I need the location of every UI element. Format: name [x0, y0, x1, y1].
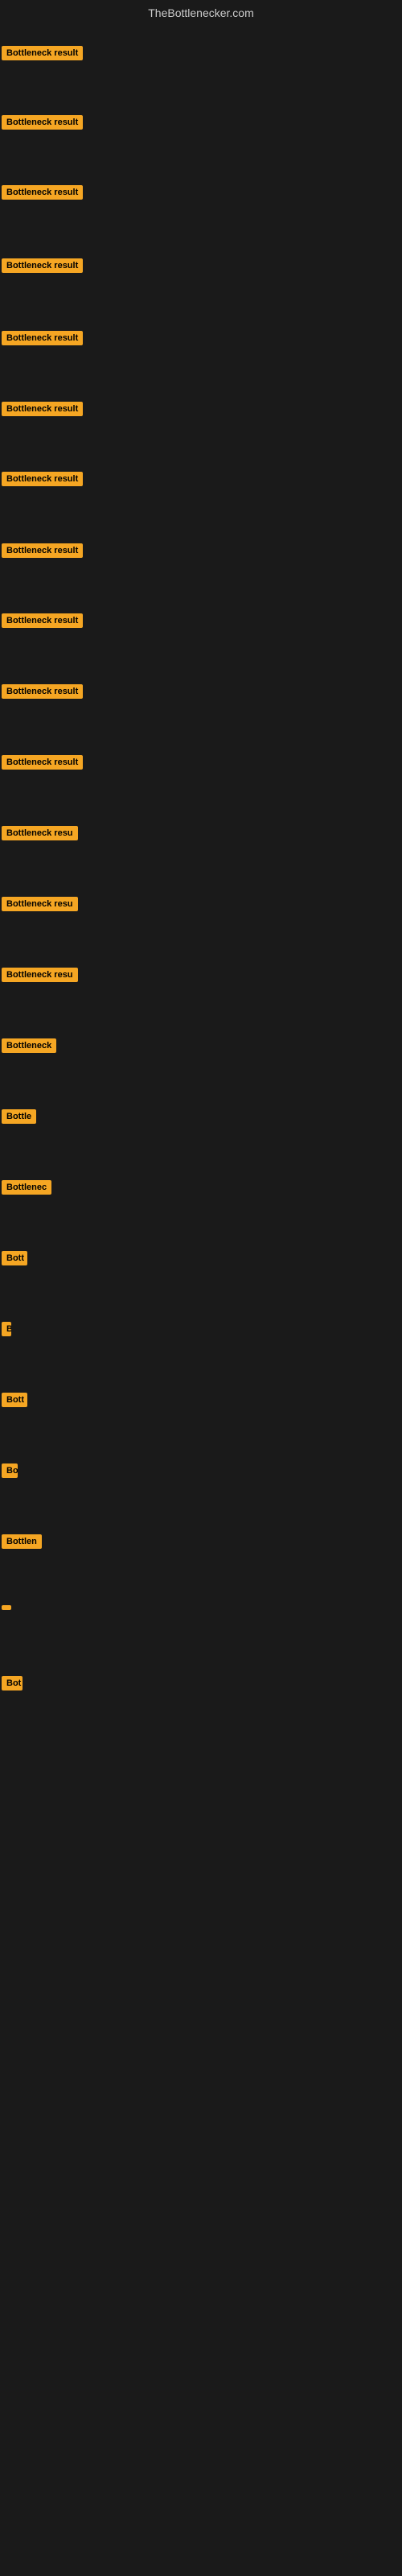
- bottleneck-badge: Bottleneck result: [2, 684, 83, 699]
- bottleneck-badge: Bottleneck result: [2, 755, 83, 770]
- bottleneck-badge: Bottleneck result: [2, 543, 83, 558]
- bottleneck-badge: Bo: [2, 1463, 18, 1478]
- bottleneck-badge: Bottle: [2, 1109, 36, 1124]
- bottleneck-badge: Bottleneck resu: [2, 826, 78, 840]
- bottleneck-badge: Bottleneck result: [2, 613, 83, 628]
- bottleneck-badge: Bottleneck: [2, 1038, 56, 1053]
- bottleneck-badge: Bottleneck result: [2, 115, 83, 130]
- bottleneck-badge: B: [2, 1322, 11, 1336]
- bottleneck-badge: Bottleneck result: [2, 185, 83, 200]
- site-title: TheBottlenecker.com: [0, 6, 402, 19]
- bottleneck-badge: Bott: [2, 1393, 27, 1407]
- bottleneck-badge: Bottlenec: [2, 1180, 51, 1195]
- bottleneck-badge: Bottleneck result: [2, 46, 83, 60]
- bottleneck-badge: Bottleneck result: [2, 258, 83, 273]
- bottleneck-badge: Bottlen: [2, 1534, 42, 1549]
- bottleneck-badge: Bottleneck result: [2, 472, 83, 486]
- bottleneck-badge: Bottleneck result: [2, 402, 83, 416]
- bottleneck-badge: [2, 1605, 11, 1610]
- bottleneck-badge: Bottleneck result: [2, 331, 83, 345]
- bottleneck-badge: Bott: [2, 1251, 27, 1265]
- bottleneck-badge: Bot: [2, 1676, 23, 1690]
- bottleneck-badge: Bottleneck resu: [2, 897, 78, 911]
- bottleneck-badge: Bottleneck resu: [2, 968, 78, 982]
